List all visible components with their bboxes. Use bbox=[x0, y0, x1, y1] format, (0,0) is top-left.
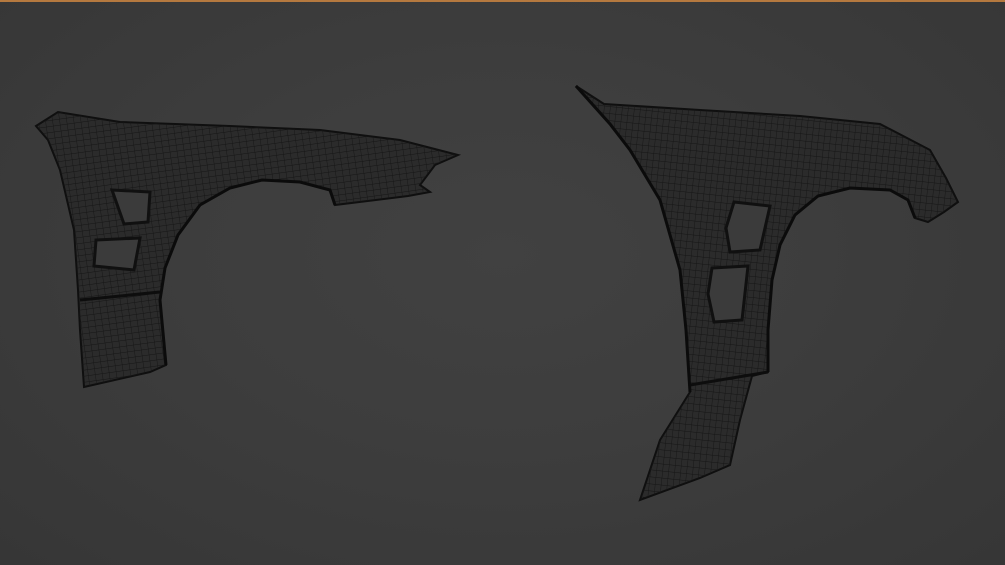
viewport-scene bbox=[34, 84, 960, 502]
fender-mesh-left[interactable] bbox=[34, 110, 462, 389]
3d-viewport[interactable] bbox=[0, 0, 1005, 565]
fender-left-vent-lower bbox=[92, 236, 142, 272]
fender-right-wire bbox=[576, 86, 958, 500]
fender-right-vent-lower bbox=[706, 264, 750, 324]
fender-mesh-right[interactable] bbox=[574, 84, 960, 502]
